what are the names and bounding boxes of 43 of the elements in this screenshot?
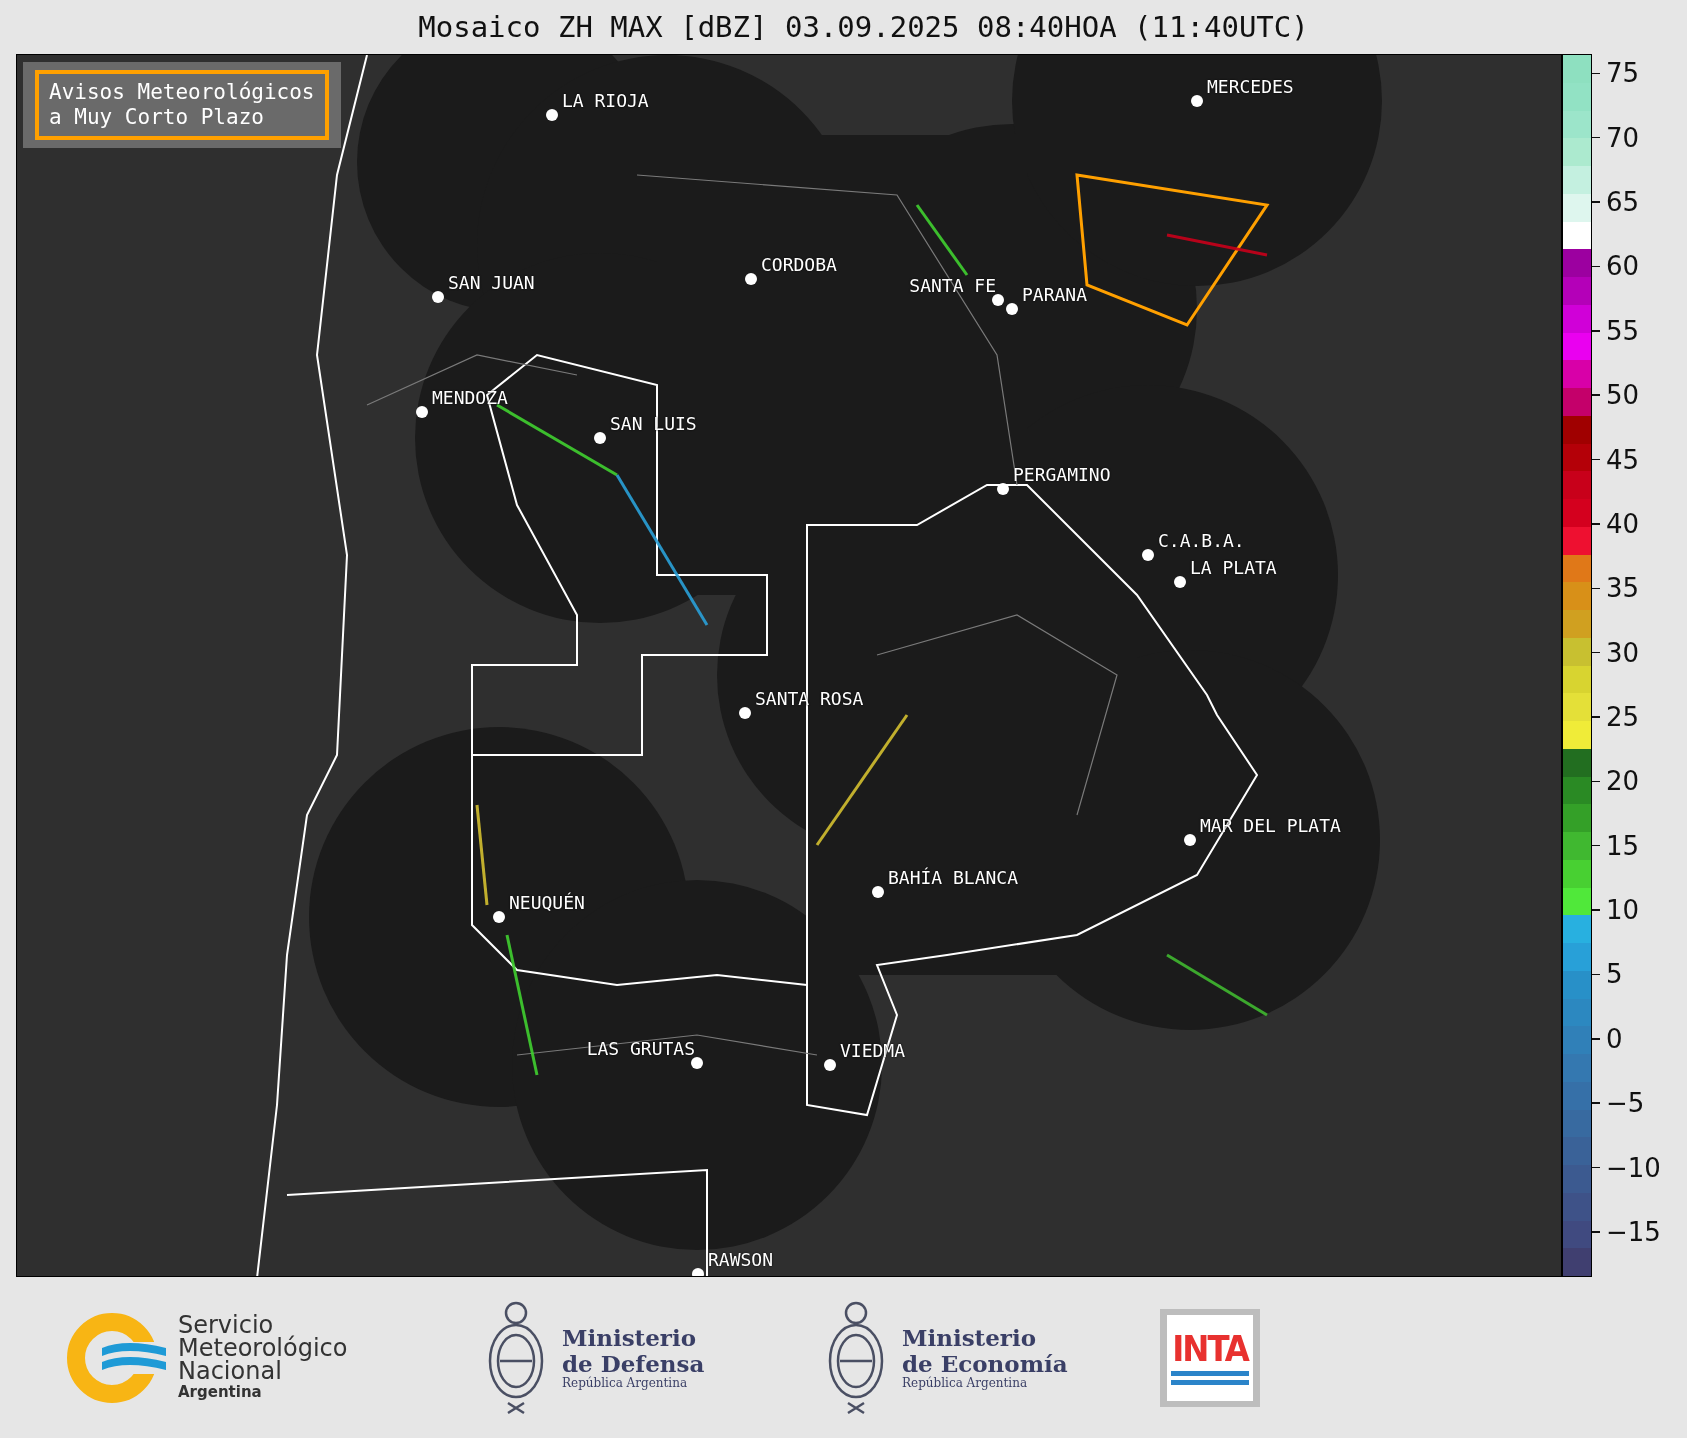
tick-label: 65 [1606,187,1640,218]
agency-name: Servicio Meteorológico Nacional [178,1314,348,1383]
tick-label: 55 [1606,315,1640,346]
tick-label: 20 [1606,766,1640,797]
city-label: LA PLATA [1190,557,1277,578]
city-label: NEUQUÉN [509,892,585,913]
tick-label: 40 [1606,508,1640,539]
city-dot [416,406,428,418]
city-label: SAN JUAN [448,272,535,293]
tick-label: 70 [1606,122,1640,153]
tick-label: 30 [1606,637,1640,668]
city-label: PARANA [1022,284,1088,305]
city-label: CORDOBA [761,254,837,275]
ministry-name: Ministerio de Economía [902,1325,1068,1376]
tick-label: 5 [1606,959,1623,990]
tick-label: 15 [1606,830,1640,861]
country-label: Argentina [178,1382,263,1401]
country-label: República Argentina [902,1375,1029,1390]
city-label: LA RIOJA [562,90,649,111]
chart-title: Mosaico ZH MAX [dBZ] 03.09.2025 08:40HOA (11:40UTC) [417,9,1310,46]
city-label: BAHÍA BLANCA [888,867,1019,888]
country-label: República Argentina [562,1375,689,1390]
tick-label: −10 [1606,1152,1661,1183]
tick-label: −15 [1606,1216,1661,1247]
tick-label: 50 [1606,380,1640,411]
city-label: LAS GRUTAS [586,1038,695,1059]
city-label: PERGAMINO [1013,464,1111,485]
warning-link[interactable]: Avisos Meteorológicos a Muy Corto Plazo [35,70,329,141]
city-dot [432,291,444,303]
ministry-name: Ministerio de Defensa [562,1325,705,1376]
tick-label: 10 [1606,895,1640,926]
city-label: SANTA FE [909,275,996,296]
inta-wordmark: INTA [1172,1330,1248,1367]
city-label: MERCEDES [1207,76,1294,97]
tick-label: 60 [1606,251,1640,282]
tick-label: 35 [1606,573,1640,604]
tick-label: −5 [1606,1088,1645,1119]
tick-label: 45 [1606,444,1640,475]
tick-label: 25 [1606,702,1640,732]
city-label: C.A.B.A. [1158,530,1245,551]
city-label: RAWSON [708,1249,774,1270]
tick-label: 0 [1606,1023,1623,1054]
tick-label: 75 [1606,58,1640,89]
